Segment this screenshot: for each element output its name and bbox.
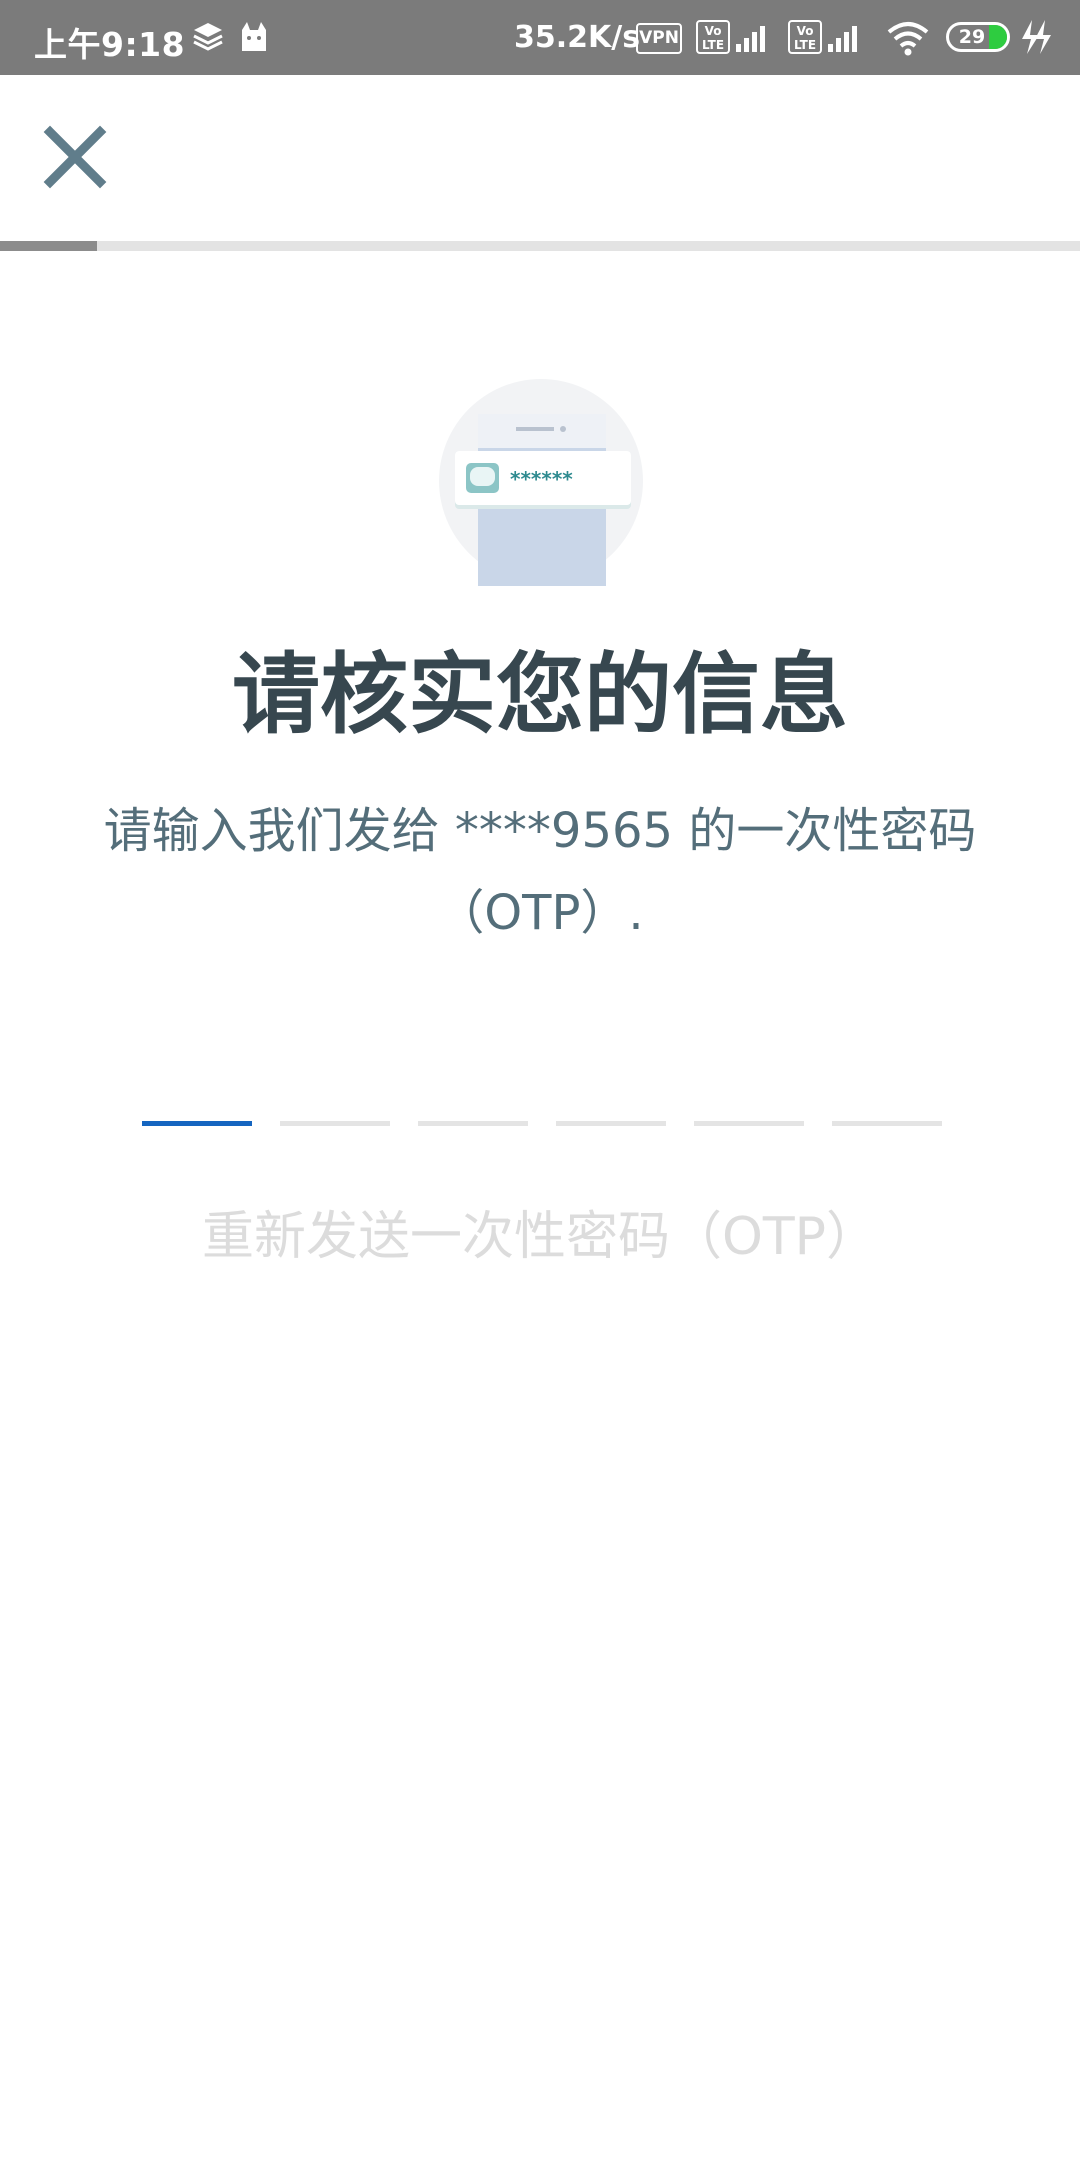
masked-code-text: ****** xyxy=(510,467,573,491)
layers-icon xyxy=(193,23,223,51)
volte-icon: Vo LTE xyxy=(788,20,822,54)
network-speed: 35.2K/s xyxy=(514,20,641,55)
otp-underline xyxy=(556,1121,666,1126)
resend-otp-button[interactable]: 重新发送一次性密码（OTP） xyxy=(0,1202,1080,1272)
otp-verification-screen: 上午9:18 35.2K/s VPN Vo LTE Vo LTE 29 ****… xyxy=(0,0,1080,2160)
charging-icon xyxy=(1022,20,1051,54)
status-bar: 上午9:18 35.2K/s VPN Vo LTE Vo LTE 29 xyxy=(0,0,1080,75)
close-button[interactable] xyxy=(38,120,112,194)
signal-icon xyxy=(736,26,765,52)
battery-icon: 29 xyxy=(946,22,1010,52)
otp-digit-input-4[interactable] xyxy=(556,1108,666,1126)
otp-message-illustration: ****** xyxy=(439,379,643,586)
volte-icon: Vo LTE xyxy=(696,20,730,54)
otp-digit-input-6[interactable] xyxy=(832,1108,942,1126)
subtitle-line-2: （OTP）. xyxy=(436,885,644,941)
otp-digit-input-2[interactable] xyxy=(280,1108,390,1126)
vpn-icon: VPN xyxy=(636,23,682,54)
page-title: 请核实您的信息 xyxy=(231,643,848,746)
otp-input-group xyxy=(142,1108,942,1128)
otp-underline xyxy=(832,1121,942,1126)
progress-bar xyxy=(0,241,1080,251)
close-icon xyxy=(43,125,107,189)
otp-digit-input-1[interactable] xyxy=(142,1108,252,1126)
signal-icon xyxy=(828,26,857,52)
otp-underline xyxy=(418,1121,528,1126)
otp-digit-input-5[interactable] xyxy=(694,1108,804,1126)
page-subtitle: 请输入我们发给 ****9565 的一次性密码 （OTP）. xyxy=(40,790,1040,954)
status-time: 上午9:18 xyxy=(34,25,186,64)
battery-percent: 29 xyxy=(958,26,986,48)
subtitle-line-1: 请输入我们发给 ****9565 的一次性密码 xyxy=(103,803,977,859)
cat-icon xyxy=(242,22,266,51)
progress-bar-fill xyxy=(0,241,98,251)
otp-underline xyxy=(142,1121,252,1126)
otp-underline xyxy=(694,1121,804,1126)
wifi-icon xyxy=(887,22,929,56)
otp-underline xyxy=(280,1121,390,1126)
otp-digit-input-3[interactable] xyxy=(418,1108,528,1126)
